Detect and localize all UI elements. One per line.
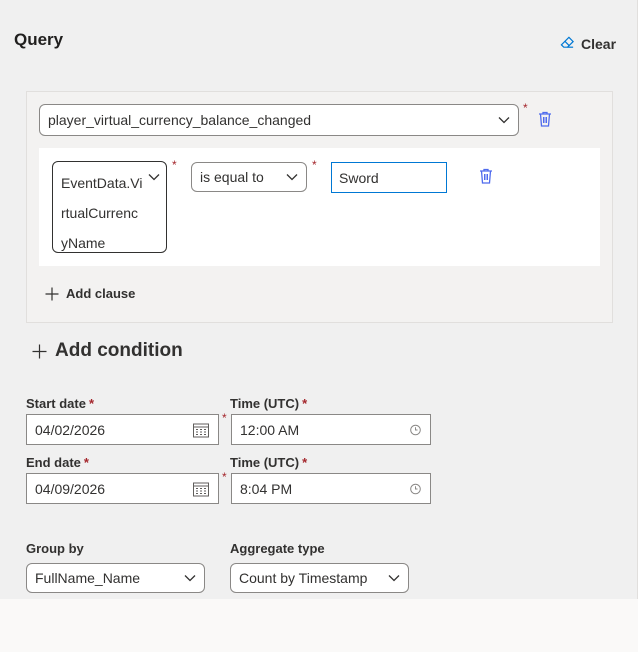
- aggregate-type-label: Aggregate type: [230, 541, 325, 556]
- aggregate-type-value: Count by Timestamp: [239, 570, 368, 586]
- clock-icon[interactable]: [410, 483, 421, 494]
- start-time-input[interactable]: 12:00 AM: [231, 414, 431, 445]
- chevron-down-icon: [286, 174, 298, 181]
- plus-icon: [45, 287, 59, 300]
- plus-icon: [32, 344, 47, 358]
- required-marker: *: [172, 158, 177, 172]
- field-line: rtualCurrenc: [61, 205, 139, 221]
- end-date-label: End date *: [26, 455, 89, 470]
- start-date-input[interactable]: 04/02/2026: [26, 414, 219, 445]
- trash-icon[interactable]: [538, 111, 552, 127]
- calendar-icon[interactable]: [193, 481, 209, 496]
- end-date-value: 04/09/2026: [35, 480, 106, 497]
- group-by-dropdown[interactable]: FullName_Name: [26, 563, 205, 593]
- clear-button[interactable]: Clear: [560, 35, 616, 53]
- operator-value: is equal to: [200, 169, 264, 185]
- start-date-value: 04/02/2026: [35, 421, 106, 438]
- add-condition-button[interactable]: Add condition: [32, 340, 183, 362]
- group-by-value: FullName_Name: [35, 570, 141, 586]
- chevron-down-icon: [184, 575, 196, 582]
- group-by-label: Group by: [26, 541, 84, 556]
- chevron-down-icon: [498, 117, 510, 124]
- add-clause-label: Add clause: [66, 286, 136, 301]
- chevron-down-icon: [148, 174, 160, 181]
- required-marker: *: [222, 470, 227, 484]
- required-marker: *: [523, 101, 528, 115]
- clause-value-input[interactable]: Sword: [331, 162, 447, 193]
- clause-value: Sword: [339, 169, 379, 186]
- required-marker: *: [222, 411, 227, 425]
- query-panel: Query Clear player_virtual_currency_bala…: [0, 0, 638, 599]
- end-date-input[interactable]: 04/09/2026: [26, 473, 219, 504]
- operator-dropdown[interactable]: is equal to: [191, 162, 307, 192]
- eraser-icon: [560, 35, 575, 53]
- clock-icon[interactable]: [410, 424, 421, 435]
- end-time-value: 8:04 PM: [240, 480, 293, 497]
- footer-area: [0, 599, 638, 652]
- event-dropdown[interactable]: player_virtual_currency_balance_changed: [39, 104, 519, 136]
- calendar-icon[interactable]: [193, 422, 209, 437]
- field-line: yName: [61, 235, 106, 251]
- add-clause-button[interactable]: Add clause: [45, 286, 135, 301]
- field-dropdown[interactable]: EventData.Vi rtualCurrenc yName: [52, 161, 167, 253]
- end-time-label: Time (UTC) *: [230, 455, 308, 470]
- start-date-label: Start date *: [26, 396, 95, 411]
- required-marker: *: [312, 158, 317, 172]
- trash-icon[interactable]: [479, 168, 493, 184]
- aggregate-type-dropdown[interactable]: Count by Timestamp: [230, 563, 409, 593]
- end-time-input[interactable]: 8:04 PM: [231, 473, 431, 504]
- event-dropdown-value: player_virtual_currency_balance_changed: [48, 112, 312, 128]
- page-title: Query: [14, 30, 64, 49]
- clear-label: Clear: [581, 36, 617, 52]
- start-time-label: Time (UTC) *: [230, 396, 308, 411]
- add-condition-label: Add condition: [55, 340, 183, 361]
- start-time-value: 12:00 AM: [240, 421, 300, 438]
- chevron-down-icon: [388, 575, 400, 582]
